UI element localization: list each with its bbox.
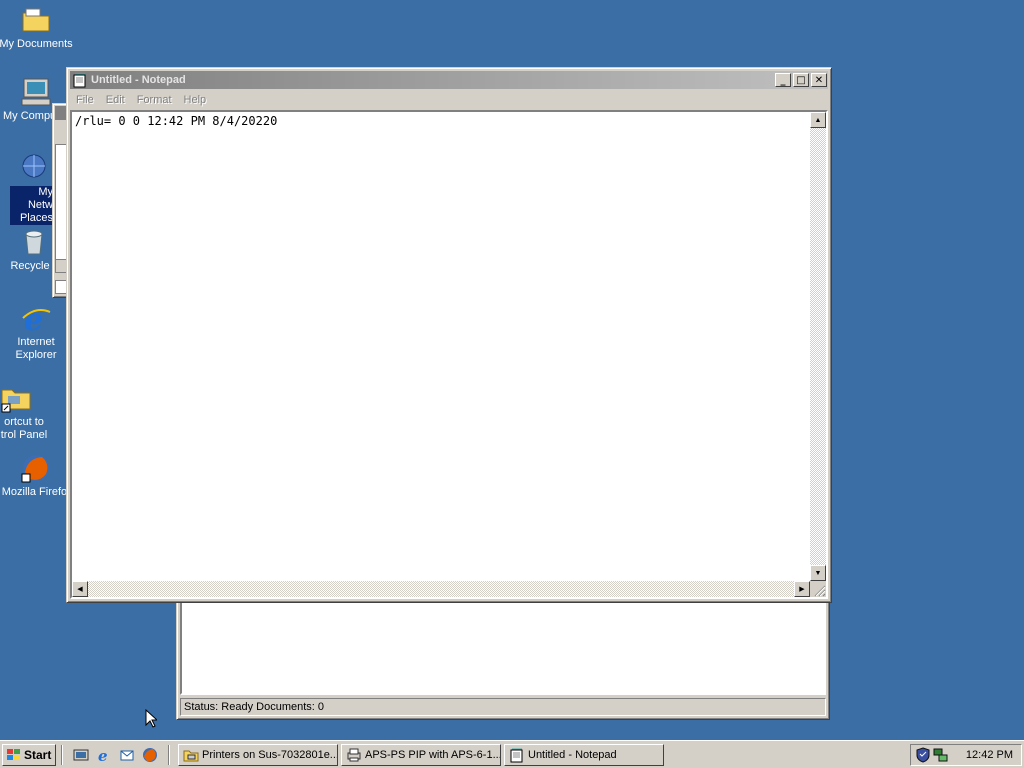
scroll-up-button[interactable]: ▲ [810,112,826,128]
internet-explorer-icon[interactable]: e [96,747,112,763]
control-panel-icon [1,389,31,413]
desktop-icon-mozilla-firefox[interactable]: Mozilla Firefo: [0,452,74,499]
firefox-icon[interactable] [142,747,158,763]
windows-logo-icon [7,749,20,760]
menu-file[interactable]: File [70,94,100,106]
notepad-icon [73,73,86,88]
svg-text:e: e [24,303,43,334]
taskbar-separator [168,745,170,765]
notepad-titlebar[interactable]: Untitled - Notepad _ □ ✕ [70,71,828,89]
desktop-icon-internet-explorer[interactable]: e Internet Explorer [0,302,74,362]
desktop-icon-label: My Netw Places [10,186,54,225]
system-tray: 12:42 PM [910,744,1022,766]
desktop-icon-my-documents[interactable]: My Documents [0,4,74,51]
task-label: Printers on Sus-7032801e... [202,749,338,761]
desktop-icon-label: Mozilla Firefo: [1,486,71,498]
document-text[interactable]: /rlu= 0 0 12:42 PM 8/4/20220 [75,114,277,128]
menu-format[interactable]: Format [131,94,178,106]
desktop-icon-label: Recycle [10,260,50,272]
clock[interactable]: 12:42 PM [966,749,1013,761]
size-grip[interactable] [810,581,826,597]
desktop-icon-label: My Compu [3,110,57,122]
folder-icon [22,8,50,32]
desktop-icon-my-network-places[interactable]: My Netw Places [0,152,54,225]
mouse-cursor-icon [145,709,157,728]
scroll-down-button[interactable]: ▼ [810,565,826,581]
outlook-express-icon[interactable] [119,747,135,763]
task-aps-printer[interactable]: APS-PS PIP with APS-6-1... [341,744,501,766]
taskbar-separator [61,745,63,765]
minimize-button[interactable]: _ [775,73,791,87]
network-connection-icon[interactable] [933,747,949,763]
menu-bar: File Edit Format Help [70,91,828,109]
status-text: Status: Ready Documents: 0 [184,701,325,713]
printer-icon [347,748,361,762]
desktop-icon-label: My Documents [0,38,73,50]
menu-help[interactable]: Help [178,94,213,106]
close-button[interactable]: ✕ [811,73,827,87]
task-printers[interactable]: Printers on Sus-7032801e... [178,744,338,766]
notepad-icon [510,748,523,763]
status-bar: Status: Ready Documents: 0 [180,698,826,716]
internet-explorer-icon: e [22,303,51,334]
security-shield-icon[interactable] [915,747,931,763]
task-notepad[interactable]: Untitled - Notepad [504,744,664,766]
maximize-button[interactable]: □ [793,73,809,87]
menu-edit[interactable]: Edit [100,94,131,106]
desktop-icon-label: ortcut to trol Panel [0,416,48,441]
text-edit-area[interactable]: /rlu= 0 0 12:42 PM 8/4/20220 ▲ ▼ ◀ ▶ [70,110,828,599]
scroll-right-button[interactable]: ▶ [794,581,810,597]
window-title: Untitled - Notepad [91,74,186,86]
horizontal-scrollbar[interactable]: ◀ ▶ [72,581,810,597]
network-icon [22,154,46,178]
recycle-bin-icon [25,230,43,255]
notepad-window: Untitled - Notepad _ □ ✕ File Edit Forma… [66,67,832,603]
show-desktop-icon[interactable] [73,747,89,763]
scroll-left-button[interactable]: ◀ [72,581,88,597]
start-label: Start [24,748,52,762]
firefox-icon [21,455,49,483]
desktop-icon-control-panel-shortcut[interactable]: ortcut to trol Panel [0,382,62,442]
vertical-scrollbar[interactable]: ▲ ▼ [810,112,826,581]
taskbar: Start e Printers on Sus-7032801e... APS-… [0,740,1024,768]
desktop-icon-label: Internet Explorer [15,336,57,361]
start-button[interactable]: Start [2,744,56,766]
task-label: Untitled - Notepad [528,749,617,761]
printers-list-area[interactable] [180,601,826,695]
task-label: APS-PS PIP with APS-6-1... [365,749,501,761]
folder-printer-icon [183,750,199,762]
svg-text:e: e [98,747,108,763]
computer-icon [21,78,51,106]
